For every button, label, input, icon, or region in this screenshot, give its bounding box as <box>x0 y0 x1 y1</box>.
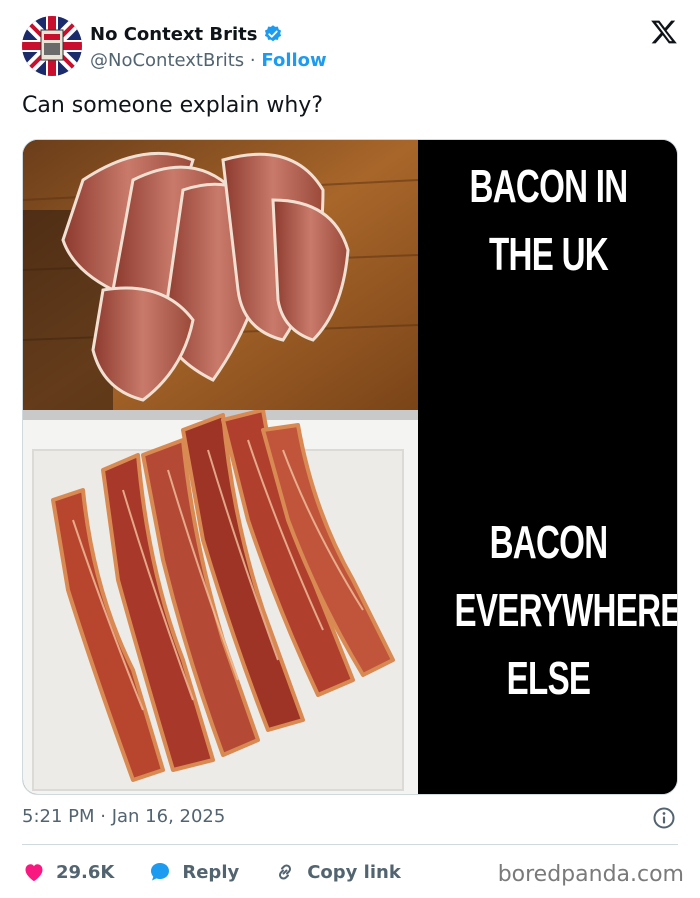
like-button[interactable]: 29.6K <box>22 860 114 884</box>
bottom-caption: BACON EVERYWHERE ELSE <box>454 516 678 704</box>
timestamp-row: 5:21 PM · Jan 16, 2025 <box>22 806 678 832</box>
reply-bubble-icon <box>151 863 170 881</box>
like-count: 29.6K <box>56 861 115 883</box>
us-bacon-photo <box>23 408 418 794</box>
tweet-timestamp[interactable]: 5:21 PM · Jan 16, 2025 <box>22 806 225 827</box>
heart-icon <box>25 864 43 882</box>
copy-link-button[interactable]: Copy link <box>273 860 401 884</box>
author-display-name[interactable]: No Context Brits <box>90 24 257 45</box>
copy-link-label: Copy link <box>307 861 401 883</box>
tweet-media[interactable]: BACON IN THE UK BACON EVERYWHERE ELSE <box>22 139 678 795</box>
info-icon[interactable] <box>652 806 676 830</box>
avatar[interactable] <box>22 16 82 76</box>
handle-separator: · <box>249 50 256 71</box>
divider <box>22 844 678 845</box>
author-handle[interactable]: @NoContextBrits <box>90 50 244 71</box>
reply-button[interactable]: Reply <box>148 860 239 884</box>
reply-label: Reply <box>182 861 240 883</box>
top-caption: BACON IN THE UK <box>469 160 628 280</box>
action-bar: 29.6K Reply Copy link <box>22 856 435 888</box>
tweet-text: Can someone explain why? <box>22 93 324 118</box>
link-icon <box>279 864 292 880</box>
meme-text-panel: BACON IN THE UK BACON EVERYWHERE ELSE <box>418 140 678 794</box>
verified-badge-icon <box>263 24 283 44</box>
site-watermark: boredpanda.com <box>497 862 684 887</box>
x-logo-icon[interactable] <box>650 18 678 46</box>
follow-button[interactable]: Follow <box>261 50 326 71</box>
tweet-header: No Context Brits @NoContextBrits · Follo… <box>22 16 682 78</box>
uk-bacon-photo <box>23 140 419 410</box>
